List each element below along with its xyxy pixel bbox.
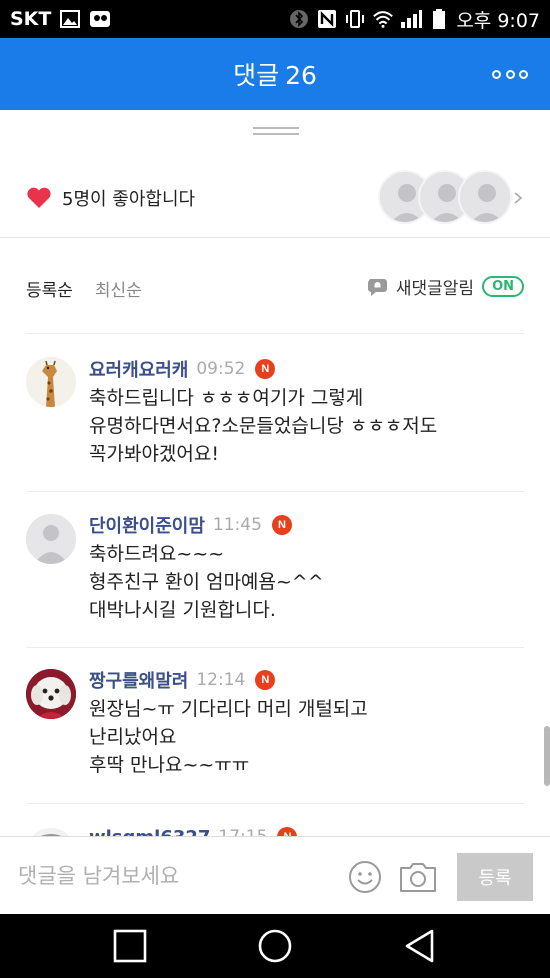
vibrate-icon xyxy=(344,9,366,29)
avatar[interactable] xyxy=(26,669,76,719)
camera-icon[interactable] xyxy=(398,859,438,895)
comment-time: 09:52 xyxy=(196,359,246,379)
comment-item: wlsgml6327 17:15 N xyxy=(0,824,550,836)
comment-text-line: 꼭가봐야겠어요! xyxy=(89,443,219,465)
comment-author[interactable]: wlsgml6327 xyxy=(89,827,210,837)
comment-item: 짱구를왜말려 12:14 N 원장님~ㅠ 기다리다 머리 개털되고 난리났어요 … xyxy=(0,667,550,797)
notify-label: 새댓글알림 xyxy=(395,279,475,299)
avatar[interactable] xyxy=(26,357,76,407)
wifi-icon xyxy=(372,9,394,29)
chevron-right-icon xyxy=(514,192,523,204)
comment-author[interactable]: 단이환이준이맘 xyxy=(89,512,205,538)
more-dot-icon xyxy=(492,69,501,79)
app-notification-icon xyxy=(89,9,111,29)
comment-text-line: 난리났어요 xyxy=(89,726,177,748)
comment-text-line: 축하드려요~~~ xyxy=(89,543,225,565)
status-time: 오후 9:07 xyxy=(456,9,540,32)
notify-toggle-badge[interactable]: ON xyxy=(482,276,524,297)
liker-avatars[interactable] xyxy=(378,170,512,224)
avatar xyxy=(458,170,512,224)
new-badge: N xyxy=(271,515,292,535)
comment-body: 원장님~ㅠ 기다리다 머리 개털되고 난리났어요 후딱 만나요~~ㅠㅠ xyxy=(89,695,519,779)
carrier-label: SKT xyxy=(10,8,52,30)
scrollbar-thumb[interactable] xyxy=(544,726,550,786)
submit-comment-button[interactable]: 등록 xyxy=(457,853,533,901)
comment-meta: 요러캐요러캐 09:52 N xyxy=(89,356,276,382)
nfc-icon xyxy=(316,9,338,29)
bluetooth-icon xyxy=(288,9,310,29)
status-bar: SKT 오후 9:07 xyxy=(0,0,550,38)
divider xyxy=(26,803,524,804)
comment-text-line: 형주친구 환이 엄마예욤~^^ xyxy=(89,571,324,593)
gallery-icon xyxy=(59,9,81,29)
comment-meta: 단이환이준이맘 11:45 N xyxy=(89,512,292,538)
more-options-button[interactable] xyxy=(492,62,528,86)
avatar[interactable] xyxy=(26,828,76,836)
likes-row[interactable]: 5명이 좋아합니다 xyxy=(0,158,550,238)
back-icon[interactable] xyxy=(402,928,438,964)
avatar[interactable] xyxy=(26,514,76,564)
bell-icon xyxy=(367,278,387,296)
recent-apps-icon[interactable] xyxy=(112,928,148,964)
comment-text-line: 유명하다면서요?소문들었습니당 ㅎㅎㅎ저도 xyxy=(89,415,438,437)
likes-count-text: 5명이 좋아합니다 xyxy=(62,188,196,210)
divider xyxy=(26,491,524,492)
comment-meta: 짱구를왜말려 12:14 N xyxy=(89,667,276,693)
new-badge: N xyxy=(255,359,276,379)
comment-text-line: 원장님~ㅠ 기다리다 머리 개털되고 xyxy=(89,698,368,720)
page-title: 댓글 26 xyxy=(233,56,317,92)
new-comment-notify-toggle[interactable]: 새댓글알림 ON xyxy=(366,274,524,299)
comment-meta: wlsgml6327 17:15 N xyxy=(89,824,298,837)
app-header: 댓글 26 xyxy=(0,38,550,110)
comment-input-bar: 등록 xyxy=(0,836,550,914)
comment-text-line: 축하드립니다 ㅎㅎㅎ여기가 그렇게 xyxy=(89,387,364,409)
signal-icon xyxy=(400,9,423,29)
divider xyxy=(26,333,524,334)
comment-count: 26 xyxy=(285,61,317,90)
system-nav-bar xyxy=(0,914,550,978)
heart-icon xyxy=(27,187,51,208)
drag-handle[interactable] xyxy=(253,127,299,135)
comment-text-line: 후딱 만나요~~ㅠㅠ xyxy=(89,754,250,776)
comment-input[interactable] xyxy=(18,857,328,895)
comment-sheet[interactable]: 5명이 좋아합니다 등록순 최신순 새댓글알림 ON 요러캐요러캐 09:52 … xyxy=(0,110,550,836)
comment-item: 단이환이준이맘 11:45 N 축하드려요~~~ 형주친구 환이 엄마예욤~^^… xyxy=(0,512,550,642)
new-badge: N xyxy=(277,827,298,836)
page-title-label: 댓글 xyxy=(233,61,280,90)
sort-bar: 등록순 최신순 새댓글알림 ON xyxy=(0,266,550,310)
comment-body: 축하드려요~~~ 형주친구 환이 엄마예욤~^^ 대박나시길 기원합니다. xyxy=(89,540,519,624)
new-badge: N xyxy=(255,670,276,690)
more-dot-icon xyxy=(505,69,515,79)
comment-body: 축하드립니다 ㅎㅎㅎ여기가 그렇게 유명하다면서요?소문들었습니당 ㅎㅎㅎ저도 … xyxy=(89,384,519,468)
comment-author[interactable]: 짱구를왜말려 xyxy=(89,667,188,693)
home-icon[interactable] xyxy=(257,928,293,964)
comment-time: 12:14 xyxy=(196,670,246,690)
more-dot-icon xyxy=(519,69,528,79)
tab-registered-order[interactable]: 등록순 xyxy=(26,276,73,301)
comment-item: 요러캐요러캐 09:52 N 축하드립니다 ㅎㅎㅎ여기가 그렇게 유명하다면서요… xyxy=(0,356,550,486)
tab-latest-order[interactable]: 최신순 xyxy=(95,276,142,301)
comment-author[interactable]: 요러캐요러캐 xyxy=(89,356,188,382)
divider xyxy=(26,647,524,648)
emoji-icon[interactable] xyxy=(347,859,383,895)
comment-time: 11:45 xyxy=(212,515,262,535)
battery-icon xyxy=(428,9,450,29)
comment-time: 17:15 xyxy=(218,827,267,836)
comment-text-line: 대박나시길 기원합니다. xyxy=(89,599,276,621)
